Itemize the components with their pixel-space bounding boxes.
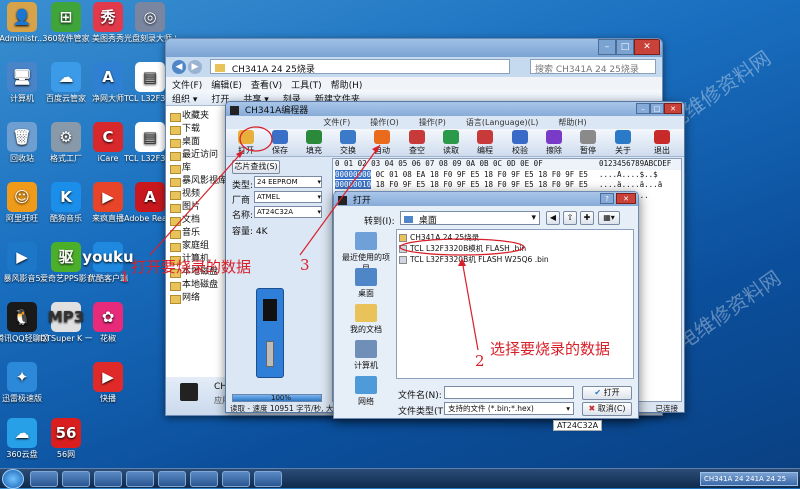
taskbar-app-button[interactable] xyxy=(94,471,122,487)
annotation-number-3: 3 xyxy=(300,256,310,274)
taskbar-app-button[interactable] xyxy=(62,471,90,487)
arrowhead-icon xyxy=(458,258,466,266)
file-circle-annotation xyxy=(399,238,525,256)
arrowhead-icon xyxy=(372,145,380,153)
arrow-to-file xyxy=(461,259,479,351)
taskbar: CH341A 24 241A 24 25 xyxy=(0,468,800,489)
annotation-open-text: 打开要烧录的数据 xyxy=(131,258,252,276)
arrow-to-auto xyxy=(299,144,381,256)
taskbar-app-button[interactable] xyxy=(30,471,58,487)
open-circle-annotation xyxy=(239,126,273,152)
annotation-layer xyxy=(149,126,525,351)
taskbar-app-button[interactable] xyxy=(222,471,250,487)
taskbar-app-button[interactable] xyxy=(190,471,218,487)
start-button[interactable] xyxy=(2,469,24,489)
taskbar-active-item[interactable]: CH341A 24 241A 24 25 xyxy=(700,472,798,486)
taskbar-app-button[interactable] xyxy=(158,471,186,487)
taskbar-app-button[interactable] xyxy=(126,471,154,487)
taskbar-app-button[interactable] xyxy=(254,471,282,487)
annotation-number-1: 1 xyxy=(120,268,130,286)
arrow-to-open xyxy=(149,149,245,256)
annotation-select-text: 选择要烧录的数据 xyxy=(490,340,611,358)
annotation-number-2: 2 xyxy=(475,352,485,370)
